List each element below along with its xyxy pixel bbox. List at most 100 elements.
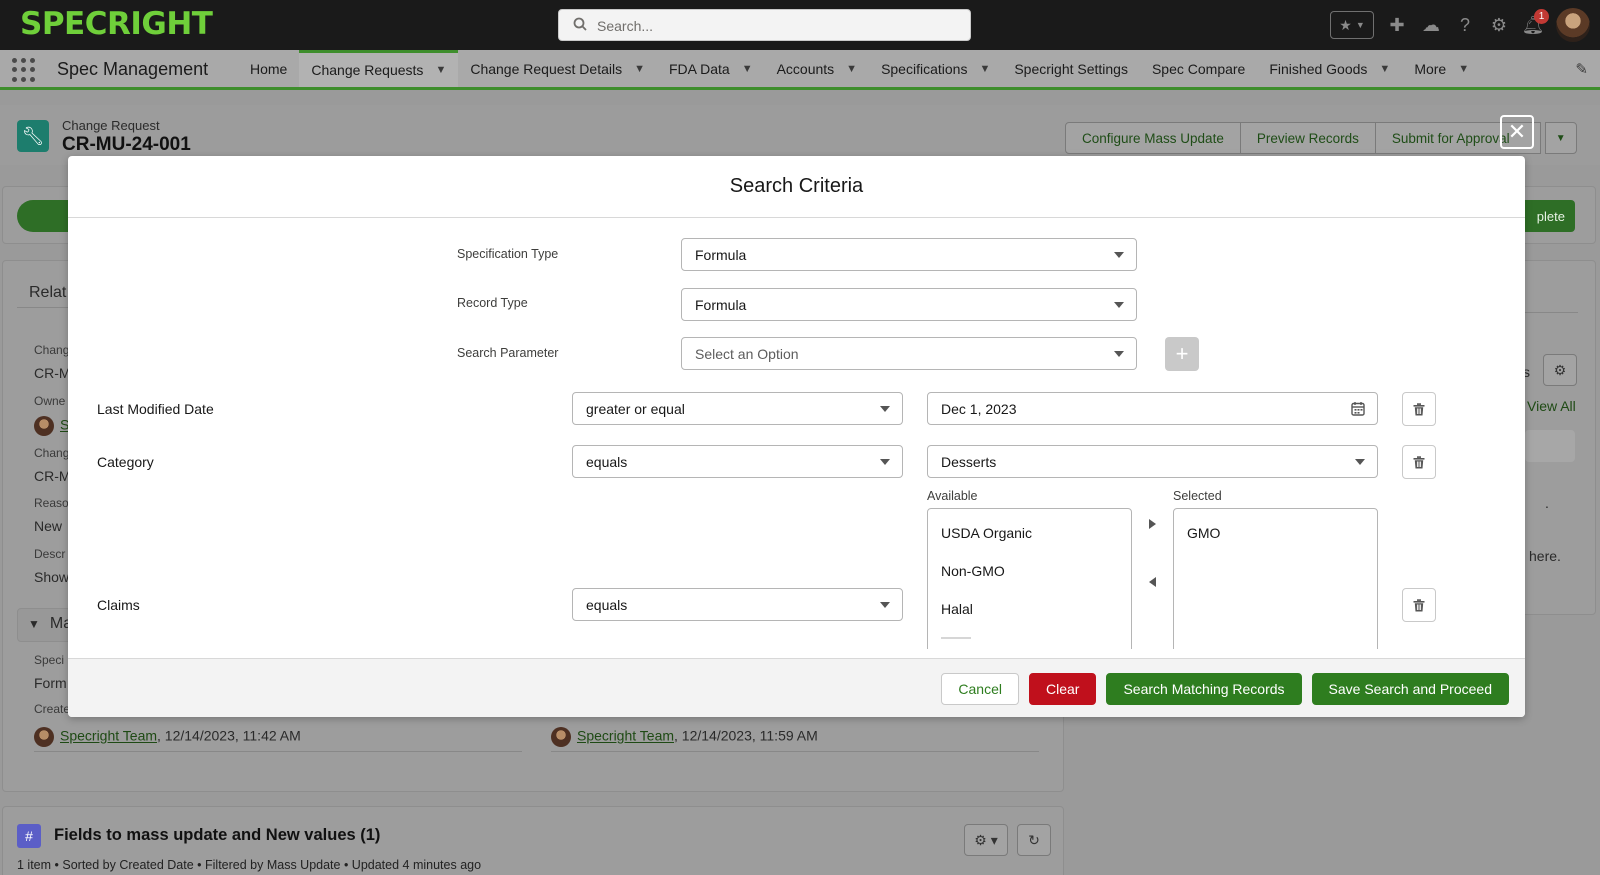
nav-item-specright-settings[interactable]: Specright Settings xyxy=(1002,50,1140,87)
nav-item-home[interactable]: Home xyxy=(238,50,299,87)
record-type-select[interactable]: Formula xyxy=(681,288,1137,321)
chevron-down-icon[interactable]: ▼ xyxy=(846,63,857,75)
modal-title: Search Criteria xyxy=(729,175,864,197)
calendar-icon[interactable] xyxy=(1351,401,1365,416)
add-icon[interactable]: ✚ xyxy=(1386,14,1408,36)
favorites-button[interactable]: ★ ▼ xyxy=(1330,11,1374,39)
nav-item-fda-data[interactable]: FDA Data ▼ xyxy=(657,50,765,87)
specright-logo[interactable]: SPECRIGHT xyxy=(20,6,213,42)
view-all-link[interactable]: View All xyxy=(1527,398,1576,414)
delete-claims-button[interactable] xyxy=(1402,588,1436,622)
chevron-down-icon[interactable]: ▼ xyxy=(1379,63,1390,75)
setup-gear-icon[interactable]: ⚙ xyxy=(1488,14,1510,36)
record-type-value: Formula xyxy=(695,296,747,313)
chevron-down-icon: ▼ xyxy=(1555,132,1566,144)
move-right-icon[interactable] xyxy=(1149,519,1156,529)
add-parameter-button[interactable]: + xyxy=(1165,337,1199,371)
list-item[interactable]: Non-GMO xyxy=(941,563,1005,579)
nav-item-finished-goods[interactable]: Finished Goods ▼ xyxy=(1257,50,1402,87)
spec-type-label: Specification Type xyxy=(457,247,559,261)
footer-buttons: Cancel Clear Search Matching Records Sav… xyxy=(941,673,1509,705)
section-toggle[interactable]: ▼ Ma xyxy=(28,615,72,633)
mass-update-title: Fields to mass update and New values (1) xyxy=(54,826,381,844)
modal-footer: Cancel Clear Search Matching Records Sav… xyxy=(68,658,1525,717)
edit-nav-pencil-icon[interactable]: ✎ xyxy=(1575,60,1588,78)
nav-item-change-request-details[interactable]: Change Request Details ▼ xyxy=(458,50,657,87)
selected-label: Selected xyxy=(1173,489,1222,503)
configure-mass-update-button[interactable]: Configure Mass Update xyxy=(1065,122,1241,154)
search-criteria-modal: Search Criteria Specification Type Formu… xyxy=(68,156,1525,717)
created-date: , 12/14/2023, 11:42 AM xyxy=(157,727,301,744)
spec-type-select[interactable]: Formula xyxy=(681,238,1137,271)
preview-records-button[interactable]: Preview Records xyxy=(1239,122,1376,154)
last-modified-operator-select[interactable]: greater or equal xyxy=(572,392,903,425)
chevron-down-icon[interactable]: ▼ xyxy=(1458,63,1469,75)
category-operator: equals xyxy=(586,453,628,470)
refresh-button[interactable]: ↻ xyxy=(1017,824,1051,856)
close-modal-button[interactable]: ✕ xyxy=(1500,115,1534,149)
star-icon: ★ xyxy=(1339,16,1352,33)
delete-last-modified-button[interactable] xyxy=(1402,392,1436,426)
category-operator-select[interactable]: equals xyxy=(572,445,903,478)
category-label: Category xyxy=(97,454,154,470)
record-name: CR-MU-24-001 xyxy=(62,134,191,155)
creator-link[interactable]: Specright Team xyxy=(60,728,157,744)
creator-avatar xyxy=(34,727,54,747)
chevron-down-icon: ▼ xyxy=(1355,20,1365,30)
nav-item-label: Finished Goods xyxy=(1269,60,1368,77)
save-search-and-proceed-button[interactable]: Save Search and Proceed xyxy=(1311,673,1509,705)
chevron-down-icon[interactable]: ▼ xyxy=(979,63,990,75)
notifications-bell-icon[interactable]: 🔔︎ 1 xyxy=(1522,9,1549,36)
user-avatar[interactable] xyxy=(1556,8,1590,42)
nav-item-more[interactable]: More ▼ xyxy=(1402,50,1481,87)
mass-update-meta: 1 item • Sorted by Created Date • Filter… xyxy=(17,858,482,872)
more-actions-button[interactable]: ▼ xyxy=(1544,122,1577,154)
category-value-select[interactable]: Desserts xyxy=(927,445,1378,478)
app-launcher-icon[interactable] xyxy=(12,58,36,82)
search-param-placeholder: Select an Option xyxy=(695,345,799,362)
field-label: Create xyxy=(34,702,71,716)
last-modified-label: Last Modified Date xyxy=(97,401,214,417)
nav-item-accounts[interactable]: Accounts ▼ xyxy=(765,50,869,87)
tab-divider xyxy=(17,307,69,308)
delete-category-button[interactable] xyxy=(1402,445,1436,479)
search-param-select[interactable]: Select an Option xyxy=(681,337,1137,370)
move-left-icon[interactable] xyxy=(1149,577,1156,587)
list-item[interactable]: GMO xyxy=(1187,525,1220,541)
search-matching-records-button[interactable]: Search Matching Records xyxy=(1106,673,1302,705)
right-dot: . xyxy=(1545,495,1549,511)
nav-item-label: FDA Data xyxy=(668,60,730,77)
help-icon[interactable]: ? xyxy=(1454,14,1476,36)
nav-item-change-requests[interactable]: Change Requests ▼ xyxy=(299,50,459,87)
chevron-down-icon[interactable]: ▼ xyxy=(742,63,753,75)
related-settings-button[interactable]: ⚙ xyxy=(1543,354,1577,386)
related-tab[interactable]: Relat xyxy=(29,284,66,302)
trailhead-icon[interactable]: ☁ xyxy=(1420,14,1442,36)
list-item[interactable]: Halal xyxy=(941,601,973,617)
field-label: Reaso xyxy=(34,496,69,510)
wrench-icon: 🔧︎ xyxy=(17,120,49,152)
field-divider xyxy=(34,751,522,752)
nav-item-spec-compare[interactable]: Spec Compare xyxy=(1140,50,1257,87)
chevron-down-icon xyxy=(880,406,890,412)
nav-item-label: Specright Settings xyxy=(1014,60,1128,77)
chevron-down-icon xyxy=(1355,459,1365,465)
list-item[interactable]: USDA Organic xyxy=(941,525,1032,541)
available-listbox[interactable]: USDA Organic Non-GMO Halal xyxy=(927,508,1132,649)
last-modified-date-value: Dec 1, 2023 xyxy=(941,400,1017,417)
list-settings-button[interactable]: ⚙ ▾ xyxy=(964,824,1008,856)
clear-button[interactable]: Clear xyxy=(1029,673,1097,705)
gear-icon: ⚙ xyxy=(1553,361,1567,378)
claims-operator: equals xyxy=(586,596,628,613)
last-modified-date-input[interactable]: Dec 1, 2023 xyxy=(927,392,1378,425)
chevron-down-icon[interactable]: ▼ xyxy=(634,63,645,75)
cancel-button[interactable]: Cancel xyxy=(941,673,1019,705)
claims-operator-select[interactable]: equals xyxy=(572,588,903,621)
global-search[interactable]: Search... xyxy=(558,9,971,41)
modifier-link[interactable]: Specright Team xyxy=(577,728,674,744)
nav-item-specifications[interactable]: Specifications ▼ xyxy=(869,50,1002,87)
search-param-label: Search Parameter xyxy=(457,346,559,360)
chevron-down-icon[interactable]: ▼ xyxy=(435,64,446,76)
selected-listbox[interactable]: GMO xyxy=(1173,508,1378,649)
list-item-partial xyxy=(941,637,971,643)
